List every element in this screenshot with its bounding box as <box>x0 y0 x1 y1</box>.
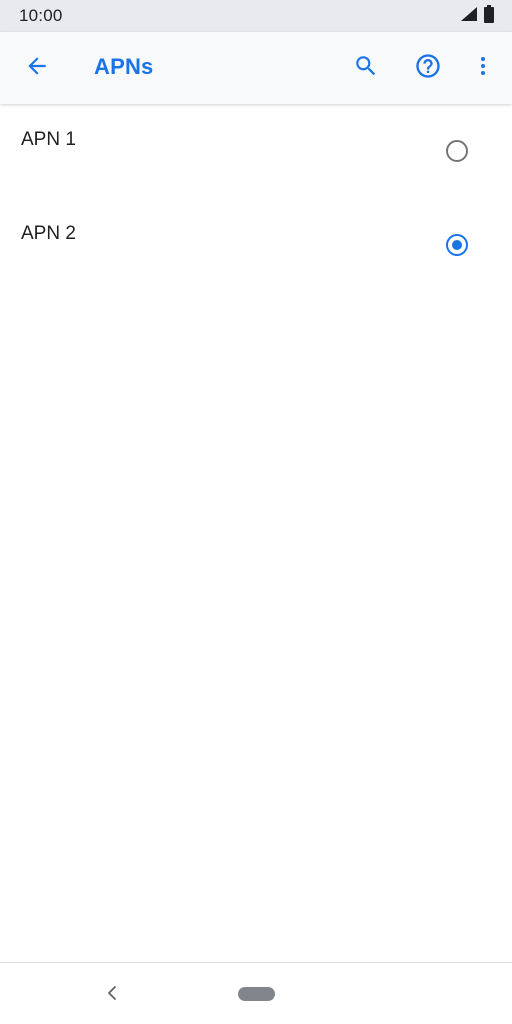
search-icon <box>353 53 379 84</box>
list-item-apn-2[interactable]: APN 2 <box>0 198 512 292</box>
apn-label: APN 2 <box>21 223 76 244</box>
nav-back-icon <box>105 984 119 1007</box>
help-icon <box>414 52 442 85</box>
back-button[interactable] <box>15 46 59 90</box>
status-bar: 10:00 <box>0 0 512 32</box>
battery-icon <box>484 4 494 28</box>
status-icons <box>460 4 494 28</box>
app-bar: APNs <box>0 32 512 104</box>
signal-icon <box>460 6 478 27</box>
page-title: APNs <box>94 54 154 79</box>
status-time: 10:00 <box>19 6 63 25</box>
navigation-bar <box>0 962 512 1024</box>
arrow-back-icon <box>24 53 50 84</box>
radio-dot <box>451 239 462 250</box>
radio-button-selected[interactable] <box>446 234 468 256</box>
apn-label: APN 1 <box>21 129 76 150</box>
radio-button-unselected[interactable] <box>446 140 468 162</box>
home-pill-icon[interactable] <box>238 987 275 1001</box>
list-item-apn-1[interactable]: APN 1 <box>0 104 512 198</box>
screen: 10:00 APNs APN 1 APN 2 <box>0 0 512 1024</box>
search-button[interactable] <box>344 46 388 90</box>
more-vert-icon <box>471 53 495 84</box>
apn-list: APN 1 APN 2 <box>0 104 512 292</box>
help-button[interactable] <box>406 46 450 90</box>
nav-back-button[interactable] <box>98 981 126 1009</box>
more-options-button[interactable] <box>461 46 505 90</box>
